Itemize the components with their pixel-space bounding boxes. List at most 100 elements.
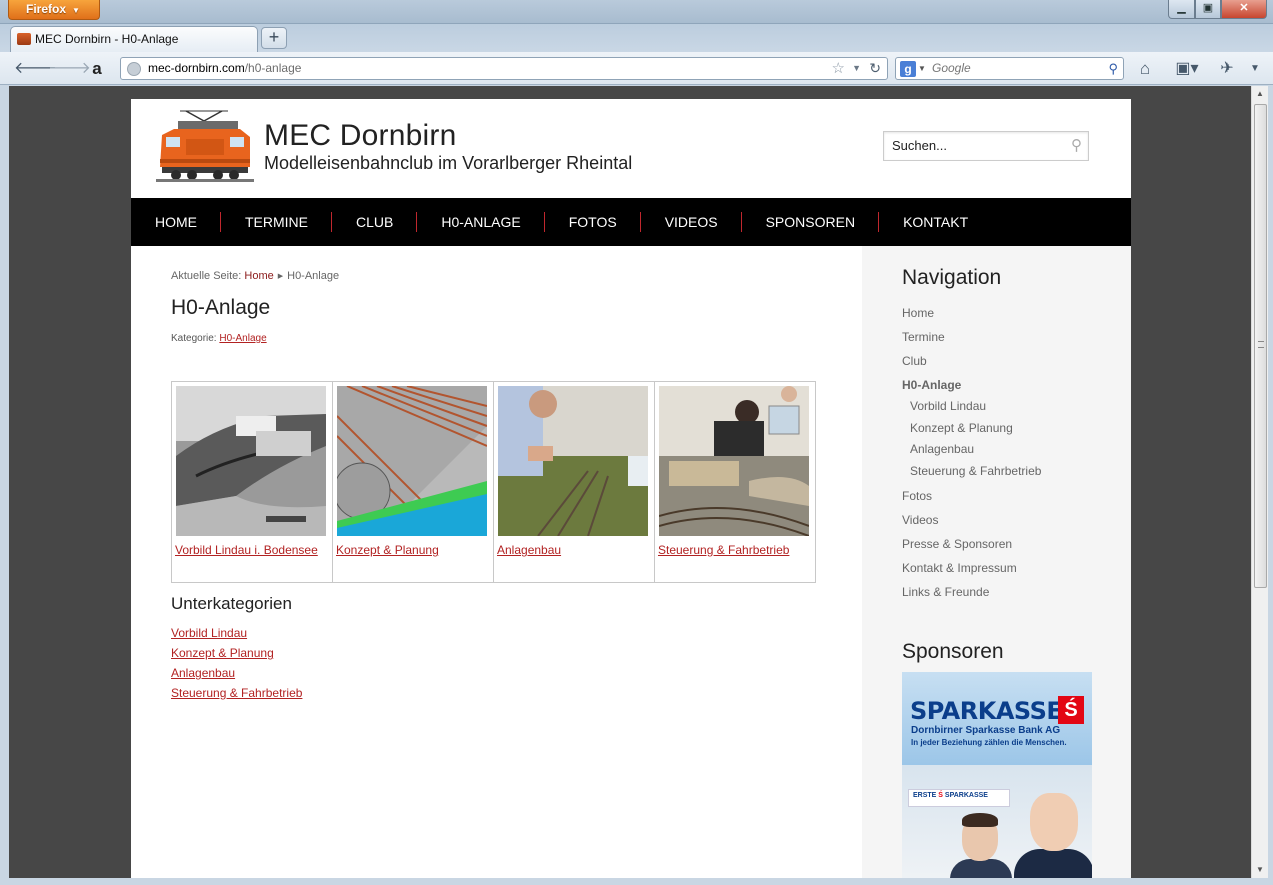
menu-item-club[interactable]: CLUB [332,198,418,246]
breadcrumb-home-link[interactable]: Home [244,270,273,282]
main-menu: HOME TERMINE CLUB H0-ANLAGE FOTOS VIDEOS… [131,198,1131,246]
ad-line-1: Dornbirner Sparkasse Bank AG [911,725,1061,736]
ad-mini-right: SPARKASSE [944,792,988,799]
search-placeholder: Google [932,61,971,75]
window-frame-bottom [0,878,1273,885]
engine-dropdown-icon[interactable]: ▼ [918,58,926,79]
category-line: Kategorie: H0-Anlage [171,333,267,344]
sidebar-item-home[interactable]: Home [902,306,1041,330]
layout-construction-photo[interactable] [498,386,648,536]
sidebar-item-videos[interactable]: Videos [902,513,1041,537]
sidebar-nav-list: Home Termine Club H0-Anlage Vorbild Lind… [902,306,1041,609]
url-bar[interactable]: mec-dornbirn.com/h0-anlage ☆ ▼ ↻ [120,57,888,80]
navigation-toolbar: 🡐 🡒 a mec-dornbirn.com/h0-anlage ☆ ▼ ↻ g… [0,52,1273,85]
addon-icon[interactable]: ✈ [1216,58,1238,80]
url-dropdown-icon[interactable]: ▼ [852,58,861,79]
sidebar-navigation-heading: Navigation [902,266,1002,289]
close-window-button[interactable]: ✕ [1221,0,1267,19]
main-content: Aktuelle Seite: Home ▶ H0-Anlage H0-Anlage… [131,246,862,878]
amazon-icon[interactable]: a [86,58,108,80]
menu-item-h0-anlage[interactable]: H0-ANLAGE [417,198,546,246]
sidebar-item-presse-sponsoren[interactable]: Presse & Sponsoren [902,537,1041,561]
sidebar-subitem-konzept-planung[interactable]: Konzept & Planung [902,421,1041,443]
gallery-cell: Anlagenbau [494,382,655,582]
track-plan-image[interactable] [337,386,487,536]
firefox-menu-label: Firefox [26,2,67,16]
bookmark-star-icon[interactable]: ☆ [832,58,845,79]
sidebar-subitem-steuerung[interactable]: Steuerung & Fahrbetrieb [902,464,1041,489]
subcategory-link[interactable]: Vorbild Lindau [171,626,302,646]
search-bar[interactable]: g ▼ Google ⚲ [895,57,1124,80]
scrollbar-grip-icon [1258,341,1264,348]
sidebar-item-termine[interactable]: Termine [902,330,1041,354]
menu-item-termine[interactable]: TERMINE [221,198,332,246]
subcategories-list: Vorbild Lindau Konzept & Planung Anlagen… [171,626,302,706]
menu-item-fotos[interactable]: FOTOS [545,198,641,246]
sidebar-item-fotos[interactable]: Fotos [902,489,1041,513]
window-frame-left [0,86,9,885]
sparkasse-ad-banner[interactable]: SPARKASSE Ś Dornbirner Sparkasse Bank AG… [902,672,1092,878]
sidebar-item-club[interactable]: Club [902,354,1041,378]
locomotive-logo[interactable] [156,107,254,183]
ad-person-hair [1022,785,1086,825]
tab-active[interactable]: MEC Dornbirn - H0-Anlage [10,26,258,52]
back-arrow-icon[interactable]: 🡐 [14,58,57,80]
sidebar-subitem-vorbild-lindau[interactable]: Vorbild Lindau [902,399,1041,421]
breadcrumb: Aktuelle Seite: Home ▶ H0-Anlage [171,270,339,282]
subcategory-link[interactable]: Konzept & Planung [171,646,302,666]
gallery-caption-link[interactable]: Konzept & Planung [336,543,439,557]
breadcrumb-prefix: Aktuelle Seite: [171,270,242,282]
ad-person-body [1014,849,1092,878]
gallery-cell: Konzept & Planung [333,382,494,582]
gallery-cell: Vorbild Lindau i. Bodensee [172,382,333,582]
forward-arrow-icon[interactable]: 🡒 [48,58,91,80]
ad-line-2: In jeder Beziehung zählen die Menschen. [911,738,1067,747]
control-room-photo[interactable] [659,386,809,536]
site-subtitle: Modelleisenbahnclub im Vorarlberger Rhei… [264,153,633,173]
url-host: mec-dornbirn.com [148,61,245,75]
url-text: mec-dornbirn.com/h0-anlage [148,58,301,79]
gallery-caption-link[interactable]: Anlagenbau [497,543,561,557]
menu-item-home[interactable]: HOME [131,198,221,246]
bookmarks-menu-icon[interactable]: ▣▾ [1171,58,1203,80]
firefox-menu-button[interactable]: Firefox ▼ [8,0,100,20]
search-icon[interactable]: ⚲ [1071,132,1082,160]
menu-item-sponsoren[interactable]: SPONSOREN [742,198,880,246]
scrollbar-thumb[interactable] [1254,104,1267,588]
category-prefix: Kategorie: [171,333,217,344]
lindau-aerial-photo[interactable] [176,386,326,536]
breadcrumb-separator-icon: ▶ [277,273,284,280]
gallery-table: Vorbild Lindau i. Bodensee Konzept & Pla… [171,381,816,583]
search-icon[interactable]: ⚲ [1108,58,1118,79]
site-title[interactable]: MEC Dornbirn [264,119,456,153]
ad-mini-left: ERSTE [913,792,937,799]
sidebar: Navigation Home Termine Club H0-Anlage V… [862,246,1131,878]
sidebar-item-kontakt-impressum[interactable]: Kontakt & Impressum [902,561,1041,585]
sidebar-subitem-anlagenbau[interactable]: Anlagenbau [902,442,1041,464]
ad-header: SPARKASSE Ś Dornbirner Sparkasse Bank AG… [902,672,1092,765]
sidebar-item-links-freunde[interactable]: Links & Freunde [902,585,1041,609]
google-icon[interactable]: g [900,61,916,77]
site-search-input[interactable]: Suchen... ⚲ [883,131,1089,161]
overflow-menu-icon[interactable]: ▼ [1244,58,1266,80]
vertical-scrollbar[interactable]: ▲ ▼ [1251,86,1268,878]
category-link[interactable]: H0-Anlage [219,333,266,344]
new-tab-button[interactable]: + [261,27,287,49]
subcategory-link[interactable]: Steuerung & Fahrbetrieb [171,686,302,706]
gallery-caption-link[interactable]: Vorbild Lindau i. Bodensee [175,543,318,557]
home-icon[interactable]: ⌂ [1134,58,1156,80]
subcategory-link[interactable]: Anlagenbau [171,666,302,686]
sidebar-sponsors-heading: Sponsoren [902,640,1004,663]
menu-item-kontakt[interactable]: KONTAKT [879,198,992,246]
scroll-down-icon[interactable]: ▼ [1252,862,1268,878]
chevron-down-icon: ▼ [72,6,80,15]
reload-icon[interactable]: ↻ [869,58,881,79]
subcategories-heading: Unterkategorien [171,594,292,613]
scroll-up-icon[interactable]: ▲ [1252,86,1268,102]
minimize-button[interactable]: ▁ [1168,0,1195,19]
menu-item-videos[interactable]: VIDEOS [641,198,742,246]
ad-brand-text: SPARKASSE [910,697,1063,725]
sidebar-item-h0-anlage[interactable]: H0-Anlage [902,378,1041,399]
maximize-button[interactable]: ▣ [1195,0,1221,19]
gallery-caption-link[interactable]: Steuerung & Fahrbetrieb [658,543,789,557]
